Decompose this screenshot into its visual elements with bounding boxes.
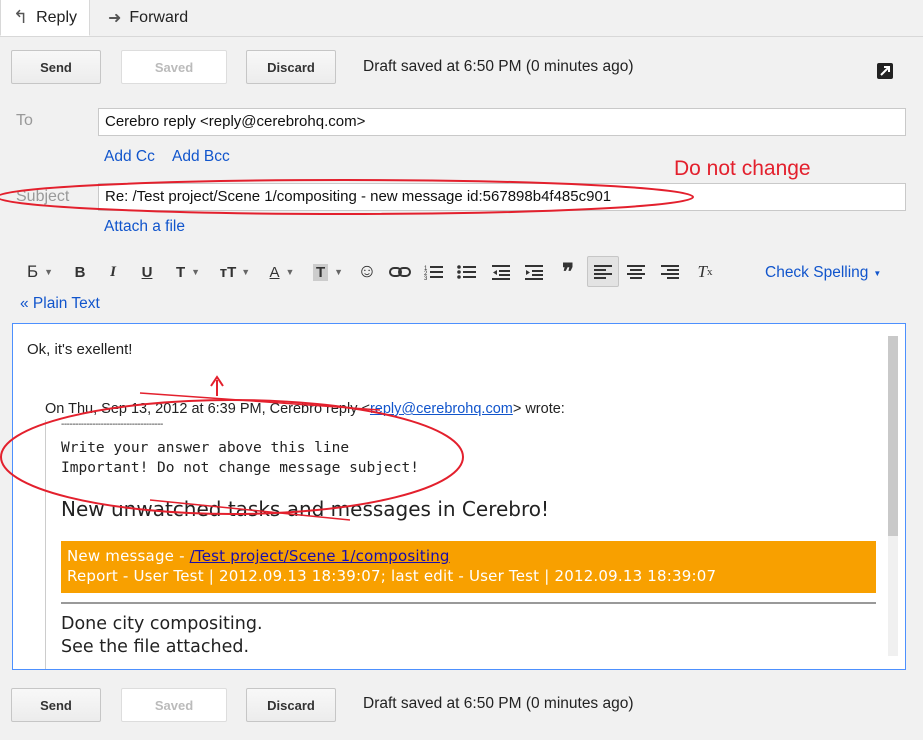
quote-email-link[interactable]: reply@cerebrohq.com	[370, 401, 513, 417]
check-spelling-label: Check Spelling	[765, 264, 869, 281]
bold-button[interactable]: B	[70, 260, 90, 284]
chevron-down-icon: ▼	[44, 267, 54, 277]
forward-icon: ➜	[108, 10, 122, 27]
new-message-banner: New message - /Test project/Scene 1/comp…	[61, 541, 876, 593]
add-bcc-link[interactable]: Add Bcc	[172, 148, 230, 166]
svg-text:3: 3	[424, 276, 428, 281]
separator-line: ------------------------------------	[61, 419, 163, 430]
font-size-label: T	[175, 263, 186, 281]
plain-text-link[interactable]: « Plain Text	[20, 295, 100, 313]
chain-icon	[389, 267, 411, 277]
chevron-down-icon: ▼	[191, 267, 201, 277]
saved-button[interactable]: Saved	[121, 50, 227, 84]
message-body-editor[interactable]: Ok, it's exellent! On Thu, Sep 13, 2012 …	[12, 323, 906, 670]
chevron-down-icon: ▼	[873, 268, 882, 278]
chevron-down-icon: ▼	[285, 267, 295, 277]
subject-label: Subject	[16, 188, 70, 205]
do-not-change-annotation: Do not change	[674, 157, 811, 180]
draft-status-bottom: Draft saved at 6:50 PM (0 minutes ago)	[363, 695, 634, 712]
quote-icon[interactable]: ❞	[557, 259, 579, 285]
highlight-label: T	[312, 263, 329, 281]
align-right-icon[interactable]	[659, 260, 681, 284]
tab-reply[interactable]: ↰ Reply	[0, 0, 90, 36]
new-message-link[interactable]: /Test project/Scene 1/compositing	[190, 547, 450, 565]
reply-icon: ↰	[13, 7, 29, 27]
popout-icon[interactable]	[877, 63, 893, 79]
font-size-dropdown[interactable]: T ▼	[170, 260, 206, 284]
report-line: Report - User Test | 2012.09.13 18:39:07…	[67, 567, 717, 585]
saved-button-bottom[interactable]: Saved	[121, 688, 227, 722]
text-color-label: A	[269, 263, 280, 281]
draft-status: Draft saved at 6:50 PM (0 minutes ago)	[363, 58, 634, 75]
important-line: Important! Do not change message subject…	[61, 460, 419, 476]
quote-header-suffix: > wrote:	[512, 401, 565, 417]
link-icon[interactable]	[388, 260, 412, 284]
to-label: To	[16, 112, 33, 129]
new-message-label: New message -	[67, 547, 190, 565]
done-line-1: Done city compositing.	[61, 614, 263, 634]
chevron-down-icon: ▼	[334, 267, 344, 277]
indent-more-icon[interactable]	[523, 260, 545, 284]
add-cc-link[interactable]: Add Cc	[104, 148, 155, 166]
remove-formatting-icon[interactable]: Tx	[693, 260, 717, 284]
attach-file-link[interactable]: Attach a file	[104, 218, 185, 236]
align-center-icon[interactable]	[625, 260, 647, 284]
divider	[61, 602, 876, 604]
tab-forward[interactable]: ➜ Forward	[96, 0, 200, 36]
text-size-label: тT	[219, 263, 237, 281]
check-spelling-link[interactable]: Check Spelling ▼	[765, 264, 881, 282]
text-color-dropdown[interactable]: A ▼	[263, 260, 301, 284]
align-left-icon[interactable]	[587, 256, 619, 287]
send-button[interactable]: Send	[11, 50, 101, 84]
tab-bar: ↰ Reply ➜ Forward	[0, 0, 923, 37]
scrollbar-thumb[interactable]	[888, 336, 898, 536]
font-dropdown[interactable]: Б ▼	[20, 260, 60, 284]
italic-button[interactable]: I	[103, 260, 123, 284]
tab-reply-label: Reply	[36, 8, 77, 26]
bulleted-list-icon[interactable]	[456, 260, 478, 284]
to-field[interactable]: Cerebro reply <reply@cerebrohq.com>	[98, 108, 906, 136]
emoji-icon[interactable]: ☺	[356, 260, 378, 284]
new-message-row: New message - /Test project/Scene 1/comp…	[67, 546, 870, 566]
quote-header-prefix: On Thu, Sep 13, 2012 at 6:39 PM, Cerebro…	[45, 401, 370, 417]
discard-button-bottom[interactable]: Discard	[246, 688, 336, 722]
tab-forward-label: Forward	[129, 9, 189, 26]
font-label: Б	[26, 262, 39, 281]
done-line-2: See the file attached.	[61, 637, 250, 657]
indent-less-icon[interactable]	[490, 260, 512, 284]
numbered-list-icon[interactable]: 123	[423, 260, 445, 284]
quote-header: On Thu, Sep 13, 2012 at 6:39 PM, Cerebro…	[45, 401, 565, 417]
quote-heading: New unwatched tasks and messages in Cere…	[61, 497, 550, 521]
chevron-down-icon: ▼	[241, 267, 251, 277]
underline-button[interactable]: U	[137, 260, 157, 284]
reply-text: Ok, it's exellent!	[27, 341, 133, 358]
send-button-bottom[interactable]: Send	[11, 688, 101, 722]
text-size-button[interactable]: тT ▼	[216, 260, 254, 284]
subject-field[interactable]: Re: /Test project/Scene 1/compositing - …	[98, 183, 906, 211]
discard-button[interactable]: Discard	[246, 50, 336, 84]
popout-arrow-icon	[880, 66, 890, 76]
answer-line: Write your answer above this line	[61, 440, 350, 456]
highlight-dropdown[interactable]: T ▼	[308, 260, 348, 284]
